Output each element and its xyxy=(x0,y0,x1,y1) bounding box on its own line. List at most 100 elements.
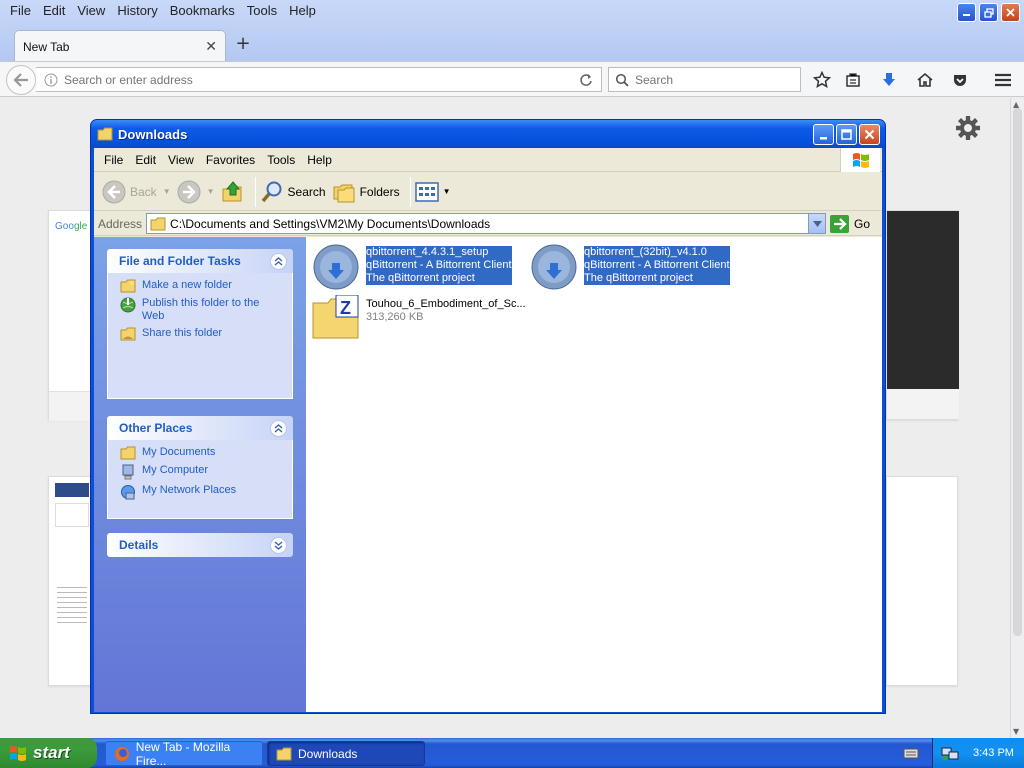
bookmarks-menu-icon[interactable] xyxy=(842,70,864,90)
back-arrow-icon[interactable] xyxy=(6,65,36,95)
new-tab-plus-icon[interactable]: + xyxy=(233,33,253,55)
menu-file[interactable]: File xyxy=(4,0,37,22)
explorer-maximize-button[interactable] xyxy=(836,124,857,145)
taskbar-downloads-button[interactable]: Downloads xyxy=(267,741,425,766)
file-size: 313,260 KB xyxy=(366,311,424,323)
menu-help[interactable]: Help xyxy=(283,0,322,22)
folders-button[interactable]: Folders xyxy=(332,180,400,204)
panel-title: Other Places xyxy=(119,421,193,435)
taskbar-firefox-button[interactable]: New Tab - Mozilla Fire... xyxy=(105,740,263,768)
views-dropdown-icon[interactable]: ▼ xyxy=(443,187,451,196)
address-input[interactable] xyxy=(64,72,579,87)
keyboard-icon[interactable] xyxy=(903,746,919,760)
explorer-menubar: File Edit View Favorites Tools Help xyxy=(94,148,882,172)
place-my-documents[interactable]: My Documents xyxy=(120,446,284,460)
collapse-chevron-icon[interactable] xyxy=(270,419,287,437)
clock[interactable]: 3:43 PM xyxy=(973,747,1014,759)
file-item-qbittorrent-4431[interactable]: qbittorrent_4.4.3.1_setup qBittorrent - … xyxy=(312,243,512,291)
bookmark-star-icon[interactable] xyxy=(811,70,833,90)
forward-button[interactable]: ▼ xyxy=(177,180,215,204)
restore-button[interactable] xyxy=(979,3,998,22)
explorer-toolbar: Back ▼ ▼ Search Folders ▼ xyxy=(94,173,882,211)
up-folder-button[interactable] xyxy=(221,180,245,204)
close-button[interactable] xyxy=(1001,3,1020,22)
taskbar-button-label: Downloads xyxy=(298,746,358,761)
file-item-qbittorrent-32bit[interactable]: qbittorrent_(32bit)_v4.1.0 qBittorrent -… xyxy=(530,243,730,291)
menu-tools[interactable]: Tools xyxy=(241,0,283,22)
xp-menu-tools[interactable]: Tools xyxy=(261,149,301,171)
newtab-settings-gear-icon[interactable] xyxy=(955,115,981,141)
xp-menu-help[interactable]: Help xyxy=(301,149,338,171)
menu-view[interactable]: View xyxy=(71,0,111,22)
expand-chevron-icon[interactable] xyxy=(270,536,287,554)
tab-new-tab[interactable]: New Tab ✕ xyxy=(14,30,226,62)
network-tray-icon[interactable] xyxy=(941,744,959,762)
menu-bookmarks[interactable]: Bookmarks xyxy=(164,0,241,22)
explorer-close-button[interactable] xyxy=(859,124,880,145)
place-my-computer[interactable]: My Computer xyxy=(120,464,284,480)
xp-menu-favorites[interactable]: Favorites xyxy=(200,149,261,171)
windows-logo-icon xyxy=(10,746,26,761)
file-publisher: The qBittorrent project xyxy=(584,272,730,285)
other-places-panel: Other Places My Documents My Computer My xyxy=(107,416,293,519)
task-share-folder[interactable]: Share this folder xyxy=(120,327,284,341)
search-bar[interactable] xyxy=(608,67,801,92)
menu-history[interactable]: History xyxy=(111,0,163,22)
search-input[interactable] xyxy=(635,72,785,87)
back-dropdown-icon[interactable]: ▼ xyxy=(163,187,171,196)
details-header[interactable]: Details xyxy=(107,533,293,557)
reload-icon[interactable] xyxy=(579,73,593,87)
top-site-tile-dark[interactable] xyxy=(886,210,959,420)
file-name: Touhou_6_Embodiment_of_Sc... xyxy=(366,298,526,310)
file-description: qBittorrent - A Bittorrent Client xyxy=(366,259,512,272)
file-description: qBittorrent - A Bittorrent Client xyxy=(584,259,730,272)
home-icon[interactable] xyxy=(914,70,936,90)
hamburger-menu-icon[interactable] xyxy=(992,70,1014,90)
back-button[interactable]: Back ▼ xyxy=(102,180,171,204)
menu-edit[interactable]: Edit xyxy=(37,0,71,22)
details-panel: Details xyxy=(107,533,293,557)
page-scrollbar[interactable]: ▲ ▼ xyxy=(1010,98,1024,738)
svg-text:Goo: Goo xyxy=(55,221,74,232)
address-bar[interactable] xyxy=(36,67,602,92)
qbittorrent-installer-icon xyxy=(531,244,577,290)
firefox-window-controls xyxy=(957,3,1020,22)
go-arrow-icon xyxy=(830,214,850,233)
search-magnifier-icon xyxy=(261,181,282,202)
address-label: Address xyxy=(98,216,143,231)
explorer-titlebar[interactable]: Downloads xyxy=(91,120,885,148)
address-dropdown-icon[interactable] xyxy=(808,214,826,233)
top-site-tile-google[interactable]: Goo gle xyxy=(48,210,93,421)
magnifier-icon xyxy=(615,73,629,87)
collapse-chevron-icon[interactable] xyxy=(270,252,287,270)
other-places-header[interactable]: Other Places xyxy=(107,416,293,440)
go-button[interactable]: Go xyxy=(830,214,870,233)
start-button[interactable]: start xyxy=(0,738,97,768)
task-make-new-folder[interactable]: Make a new folder xyxy=(120,279,284,293)
xp-menu-file[interactable]: File xyxy=(98,149,129,171)
address-field[interactable] xyxy=(146,213,827,234)
tab-close-icon[interactable]: ✕ xyxy=(205,39,217,55)
views-button[interactable]: ▼ xyxy=(414,181,451,203)
top-site-tile-filepuma[interactable] xyxy=(48,476,92,686)
explorer-window: Downloads File Edit View Favorites Tools… xyxy=(90,119,886,714)
network-places-icon xyxy=(121,485,135,500)
downloads-arrow-icon[interactable] xyxy=(878,70,900,90)
top-site-tile-blank[interactable] xyxy=(886,476,958,686)
tab-title: New Tab xyxy=(23,39,70,54)
place-my-network-places[interactable]: My Network Places xyxy=(120,484,284,500)
xp-menu-edit[interactable]: Edit xyxy=(129,149,162,171)
address-path-input[interactable] xyxy=(170,216,809,231)
pocket-icon[interactable] xyxy=(949,70,971,90)
folder-icon xyxy=(276,747,292,760)
file-folder-tasks-header[interactable]: File and Folder Tasks xyxy=(107,249,293,273)
task-publish-folder-web[interactable]: Publish this folder to the Web xyxy=(120,297,284,323)
xp-menu-view[interactable]: View xyxy=(162,149,200,171)
firefox-logo-icon xyxy=(115,746,129,761)
file-item-touhou-archive[interactable]: Z Touhou_6_Embodiment_of_Sc... 313,260 K… xyxy=(312,295,526,339)
minimize-button[interactable] xyxy=(957,3,976,22)
search-button[interactable]: Search xyxy=(260,180,326,204)
forward-dropdown-icon[interactable]: ▼ xyxy=(207,187,215,196)
explorer-minimize-button[interactable] xyxy=(813,124,834,145)
info-icon[interactable] xyxy=(44,73,58,87)
